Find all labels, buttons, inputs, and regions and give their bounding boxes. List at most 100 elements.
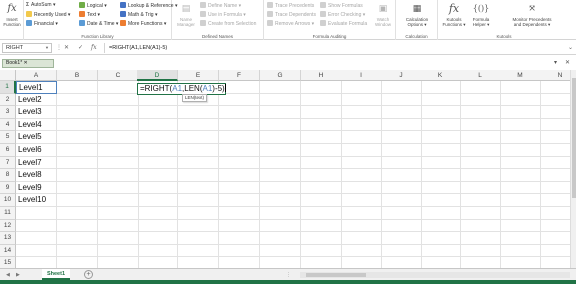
cell-h11[interactable] — [301, 207, 342, 220]
cell-c2[interactable] — [98, 93, 139, 107]
cell-j14[interactable] — [381, 244, 422, 258]
cell-c7[interactable] — [98, 156, 139, 170]
cell-b7[interactable] — [57, 156, 98, 170]
cell-k6[interactable] — [420, 144, 461, 157]
cell-k1[interactable] — [420, 81, 461, 94]
scroll-right-icon[interactable]: ▶ — [16, 270, 20, 280]
formula-helper-button[interactable]: {()} Formula Helper ▾ — [468, 2, 494, 27]
cell-b15[interactable] — [57, 257, 98, 268]
cell-m1[interactable] — [500, 81, 541, 94]
cell-f8[interactable] — [219, 169, 260, 182]
cell-e10[interactable] — [178, 194, 219, 207]
cell-h6[interactable] — [301, 144, 342, 157]
cell-j1[interactable] — [381, 81, 422, 94]
cell-i9[interactable] — [341, 181, 382, 195]
lookup-button[interactable]: Lookup & Reference ▾ — [120, 2, 178, 9]
cell-i5[interactable] — [341, 131, 382, 144]
trace-dependents-button[interactable]: Trace Dependents — [267, 11, 316, 18]
cell-m15[interactable] — [500, 257, 541, 268]
cell-m9[interactable] — [500, 181, 541, 195]
cell-m5[interactable] — [500, 131, 541, 144]
cell-g12[interactable] — [260, 219, 301, 233]
row-header-12[interactable]: 12 — [0, 219, 16, 233]
cell-d3[interactable] — [137, 106, 178, 119]
cell-d12[interactable] — [137, 219, 178, 233]
cell-i3[interactable] — [341, 106, 382, 119]
row-header-2[interactable]: 2 — [0, 93, 16, 107]
cell-f11[interactable] — [219, 207, 260, 220]
column-header-i[interactable]: I — [341, 70, 382, 81]
scroll-left-icon[interactable]: ◀ — [6, 270, 10, 280]
cell-e8[interactable] — [178, 169, 219, 182]
expand-formula-bar-icon[interactable]: ⌄ — [568, 43, 573, 53]
cell-g15[interactable] — [260, 257, 301, 268]
cell-i7[interactable] — [341, 156, 382, 170]
cell-f6[interactable] — [219, 144, 260, 157]
vertical-scrollbar[interactable] — [570, 70, 576, 268]
cell-j5[interactable] — [381, 131, 422, 144]
cell-l4[interactable] — [460, 118, 501, 132]
cell-i4[interactable] — [341, 118, 382, 132]
cell-n15[interactable] — [540, 257, 570, 268]
cell-k13[interactable] — [420, 232, 461, 245]
watch-window-button[interactable]: ▣ Watch Window — [372, 2, 394, 27]
cell-h3[interactable] — [301, 106, 342, 119]
cell-i12[interactable] — [341, 219, 382, 233]
cell-a15[interactable] — [16, 257, 57, 268]
horizontal-scroll-thumb[interactable] — [306, 273, 366, 277]
name-manager-button[interactable]: ▤ Name Manager — [175, 2, 197, 27]
evaluate-formula-button[interactable]: Evaluate Formula — [320, 20, 367, 27]
cell-k3[interactable] — [420, 106, 461, 119]
cell-m13[interactable] — [500, 232, 541, 245]
cell-b11[interactable] — [57, 207, 98, 220]
cell-l2[interactable] — [460, 93, 501, 107]
cell-i13[interactable] — [341, 232, 382, 245]
cell-d5[interactable] — [137, 131, 178, 144]
cell-l6[interactable] — [460, 144, 501, 157]
row-header-14[interactable]: 14 — [0, 244, 16, 258]
cell-m11[interactable] — [500, 207, 541, 220]
column-header-h[interactable]: H — [301, 70, 342, 81]
cell-g8[interactable] — [260, 169, 301, 182]
row-header-7[interactable]: 7 — [0, 156, 16, 170]
cell-f15[interactable] — [219, 257, 260, 268]
cell-a11[interactable] — [16, 207, 57, 220]
cell-k12[interactable] — [420, 219, 461, 233]
date-time-button[interactable]: Date & Time ▾ — [79, 20, 118, 27]
cell-c4[interactable] — [98, 118, 139, 132]
more-options-icon[interactable]: ⋮ — [286, 270, 291, 280]
cell-f3[interactable] — [219, 106, 260, 119]
cell-a4[interactable]: Level4 — [16, 118, 57, 132]
column-header-f[interactable]: F — [219, 70, 260, 81]
cell-c13[interactable] — [98, 232, 139, 245]
cell-b4[interactable] — [57, 118, 98, 132]
cell-b12[interactable] — [57, 219, 98, 233]
cell-h12[interactable] — [301, 219, 342, 233]
text-button[interactable]: Text ▾ — [79, 11, 100, 18]
cell-g1[interactable] — [260, 81, 301, 94]
cell-m3[interactable] — [500, 106, 541, 119]
cell-f10[interactable] — [219, 194, 260, 207]
cell-f4[interactable] — [219, 118, 260, 132]
cell-c10[interactable] — [98, 194, 139, 207]
cell-f14[interactable] — [219, 244, 260, 258]
cell-e3[interactable] — [178, 106, 219, 119]
cell-l7[interactable] — [460, 156, 501, 170]
cell-k15[interactable] — [420, 257, 461, 268]
close-icon[interactable]: ✕ — [24, 60, 28, 66]
cell-e5[interactable] — [178, 131, 219, 144]
cell-m4[interactable] — [500, 118, 541, 132]
cell-m8[interactable] — [500, 169, 541, 182]
cell-n5[interactable] — [540, 131, 570, 144]
cell-j8[interactable] — [381, 169, 422, 182]
error-checking-button[interactable]: Error Checking ▾ — [320, 11, 365, 18]
row-header-11[interactable]: 11 — [0, 207, 16, 220]
cell-l15[interactable] — [460, 257, 501, 268]
cell-l9[interactable] — [460, 181, 501, 195]
column-header-n[interactable]: N — [540, 70, 570, 81]
cell-n1[interactable] — [540, 81, 570, 94]
row-header-6[interactable]: 6 — [0, 144, 16, 157]
cell-l12[interactable] — [460, 219, 501, 233]
chevron-down-icon[interactable]: ▼ — [45, 44, 49, 52]
close-workbook-icon[interactable]: ✕ — [565, 59, 570, 68]
